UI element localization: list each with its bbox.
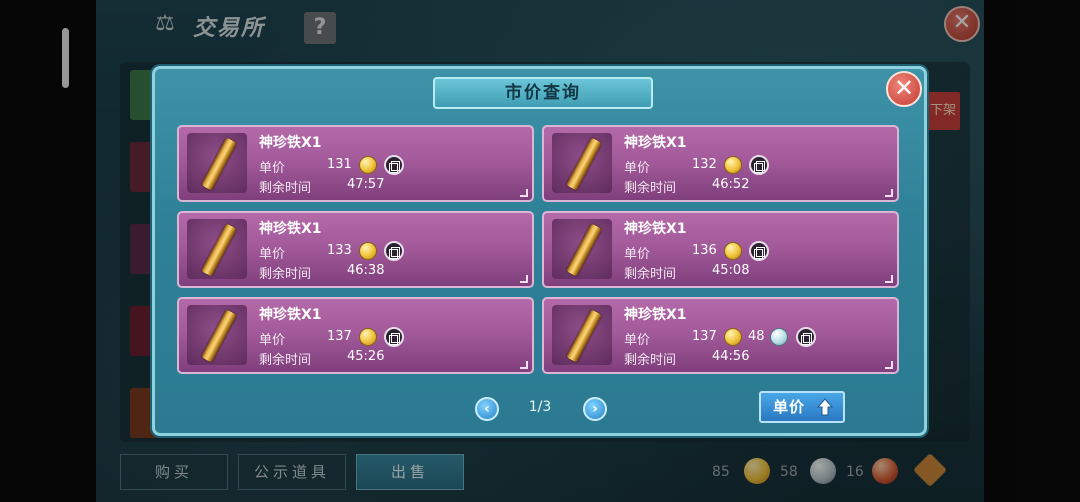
price-value: 137	[327, 329, 352, 344]
corner-mark-icon	[520, 361, 528, 369]
listing-card[interactable]: 神珍铁X1 单价 132 剩余时间 46:52	[542, 125, 899, 202]
time-label: 剩余时间	[624, 353, 677, 368]
detail-icon[interactable]	[749, 155, 769, 175]
time-label: 剩余时间	[259, 353, 312, 368]
gold-coin-icon	[724, 328, 742, 346]
game-screen: ⚖ 交易所 ? ✕ 下架 购买 公示道具 出售 85 58 16 ❖ ❖ 市价查…	[0, 0, 1080, 502]
prev-page-button[interactable]: ‹	[475, 397, 499, 421]
dialog-title: 市价查询	[433, 77, 653, 109]
detail-icon[interactable]	[384, 155, 404, 175]
corner-mark-icon	[885, 275, 893, 283]
gold-coin-icon	[359, 328, 377, 346]
listing-grid: 神珍铁X1 单价 131 剩余时间 47:57 神珍铁X1 单价 132 剩余时…	[177, 125, 903, 377]
corner-mark-icon	[520, 189, 528, 197]
time-label: 剩余时间	[259, 267, 312, 282]
price-label: 单价	[259, 161, 286, 176]
gold-coin-icon	[724, 156, 742, 174]
price-label: 单价	[259, 247, 286, 262]
sort-button-label: 单价	[773, 398, 806, 416]
listing-card[interactable]: 神珍铁X1 单价 137 剩余时间 45:26	[177, 297, 534, 374]
time-remaining: 47:57	[347, 177, 385, 192]
item-name: 神珍铁X1	[624, 221, 687, 237]
price-value: 131	[327, 157, 352, 172]
listing-card[interactable]: 神珍铁X1 单价 137 48 剩余时间 44:56	[542, 297, 899, 374]
item-icon	[552, 219, 612, 279]
detail-icon[interactable]	[796, 327, 816, 347]
gold-coin-icon	[359, 242, 377, 260]
price-label: 单价	[624, 161, 651, 176]
time-remaining: 46:38	[347, 263, 385, 278]
time-remaining: 46:52	[712, 177, 750, 192]
time-remaining: 44:56	[712, 349, 750, 364]
item-icon	[552, 133, 612, 193]
corner-mark-icon	[520, 275, 528, 283]
price-label: 单价	[624, 247, 651, 262]
time-label: 剩余时间	[624, 267, 677, 282]
item-name: 神珍铁X1	[259, 307, 322, 323]
next-page-button[interactable]: ›	[583, 397, 607, 421]
item-name: 神珍铁X1	[624, 135, 687, 151]
item-icon	[187, 133, 247, 193]
time-remaining: 45:26	[347, 349, 385, 364]
detail-icon[interactable]	[749, 241, 769, 261]
item-icon	[187, 219, 247, 279]
corner-mark-icon	[885, 189, 893, 197]
listing-card[interactable]: 神珍铁X1 单价 131 剩余时间 47:57	[177, 125, 534, 202]
market-price-dialog: ❖ ❖ 市价查询 ✕ 神珍铁X1 单价 131 剩余时间 47:57 神珍铁X1…	[152, 66, 927, 436]
price-value: 137	[692, 329, 717, 344]
price-value: 136	[692, 243, 717, 258]
gold-coin-icon	[724, 242, 742, 260]
item-icon	[187, 305, 247, 365]
detail-icon[interactable]	[384, 327, 404, 347]
time-label: 剩余时间	[624, 181, 677, 196]
dialog-close-button[interactable]: ✕	[886, 71, 922, 107]
price-value: 133	[327, 243, 352, 258]
price-value: 132	[692, 157, 717, 172]
sort-by-price-button[interactable]: 单价	[759, 391, 845, 423]
silver-coin-icon	[770, 328, 788, 346]
item-name: 神珍铁X1	[624, 307, 687, 323]
detail-icon[interactable]	[384, 241, 404, 261]
item-name: 神珍铁X1	[259, 221, 322, 237]
listing-card[interactable]: 神珍铁X1 单价 133 剩余时间 46:38	[177, 211, 534, 288]
gold-coin-icon	[359, 156, 377, 174]
page-indicator: 1/3	[528, 399, 552, 415]
listing-card[interactable]: 神珍铁X1 单价 136 剩余时间 45:08	[542, 211, 899, 288]
sort-ascending-icon	[817, 398, 833, 416]
corner-mark-icon	[885, 361, 893, 369]
price-label: 单价	[259, 333, 286, 348]
time-label: 剩余时间	[259, 181, 312, 196]
item-icon	[552, 305, 612, 365]
price-label: 单价	[624, 333, 651, 348]
time-remaining: 45:08	[712, 263, 750, 278]
item-name: 神珍铁X1	[259, 135, 322, 151]
price-extra-value: 48	[748, 329, 765, 344]
